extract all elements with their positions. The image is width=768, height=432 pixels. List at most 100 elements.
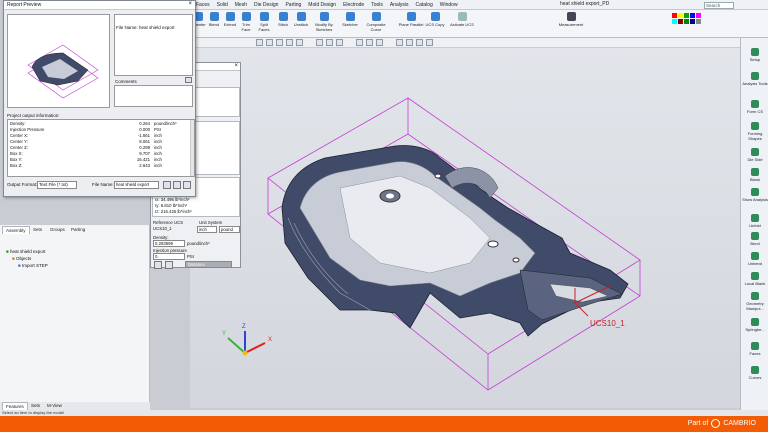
view-tool-icon[interactable] [256, 39, 263, 46]
project-info-box[interactable]: File Name: heat shield export [114, 14, 193, 76]
unbend-button[interactable]: Unbend [742, 252, 768, 266]
menu-electrode[interactable]: Electrode [343, 2, 364, 8]
die-side-button[interactable]: Die Side [742, 148, 768, 162]
save-icon[interactable] [173, 181, 181, 189]
ucs-value[interactable]: UCS10_1 [153, 226, 172, 231]
open-folder-icon[interactable] [163, 181, 171, 189]
view-tool-icon[interactable] [286, 39, 293, 46]
color-swatch[interactable] [690, 19, 695, 24]
density-input[interactable]: 0.283599 [153, 240, 185, 247]
tree-import-step[interactable]: ■ Import STEP [18, 263, 48, 268]
copy-icon[interactable] [154, 261, 162, 269]
analysis-tools-button[interactable]: Analysis Tools [742, 72, 768, 86]
menu-mold-design[interactable]: Mold Design [308, 2, 336, 8]
heat-shield-part[interactable] [281, 145, 629, 337]
view-tool-icon[interactable] [276, 39, 283, 46]
tab-groups[interactable]: Groups [47, 226, 68, 234]
output-format-select[interactable]: Text File (*.txt) [37, 181, 77, 189]
color-swatch[interactable] [696, 13, 701, 18]
tab-parting[interactable]: Parting [68, 226, 88, 234]
color-swatch[interactable] [678, 19, 683, 24]
color-swatch[interactable] [678, 13, 683, 18]
color-swatch[interactable] [684, 19, 689, 24]
brand-badge: Part of CAMBRIO [688, 419, 756, 428]
view-tool-icon[interactable] [406, 39, 413, 46]
unstitch-icon [296, 12, 306, 21]
unit-length-select[interactable]: inch [197, 226, 217, 233]
menu-mesh[interactable]: Mesh [235, 2, 247, 8]
tab-features[interactable]: Features [2, 402, 28, 410]
tab-sets-bottom[interactable]: Sets [28, 402, 43, 410]
local-blank-button[interactable]: Local Blank [742, 272, 768, 286]
unfold-button[interactable]: Unfold [742, 214, 768, 228]
faces-button[interactable]: Faces [742, 342, 768, 356]
menu-die-design[interactable]: Die Design [254, 2, 278, 8]
color-swatch[interactable] [672, 13, 677, 18]
extend-button[interactable]: Extend [222, 12, 238, 27]
menu-solid[interactable]: Solid [217, 2, 228, 8]
setup-button[interactable]: Setup [742, 48, 768, 62]
pressure-input[interactable]: 0. [153, 253, 185, 260]
tree-objects[interactable]: ■ Objects [12, 256, 31, 261]
menu-parting[interactable]: Parting [285, 2, 301, 8]
faces-icon [751, 342, 759, 350]
menu-tools[interactable]: Tools [371, 2, 383, 8]
unit-mass-select[interactable]: pound [219, 226, 240, 233]
view-tool-icon[interactable] [376, 39, 383, 46]
view-tool-icon[interactable] [426, 39, 433, 46]
color-swatch[interactable] [684, 13, 689, 18]
comments-icon[interactable] [185, 77, 192, 83]
measurement-button[interactable]: Measurement [555, 12, 587, 27]
view-tool-icon[interactable] [296, 39, 303, 46]
geometry-manipulation-button[interactable]: Geometry Manipul... [742, 292, 768, 311]
blend-button[interactable]: Blend [206, 12, 222, 27]
color-swatch[interactable] [690, 13, 695, 18]
menu-window[interactable]: Window [440, 2, 458, 8]
table-scrollbar[interactable] [190, 120, 194, 176]
ucs-copy-button[interactable]: UCS Copy [424, 12, 446, 27]
view-tool-icon[interactable] [316, 39, 323, 46]
comments-textarea[interactable] [114, 85, 193, 107]
modify-by-sketches-button[interactable]: Modify By Sketches [312, 12, 336, 32]
unstitch-button[interactable]: Unstitch [293, 12, 309, 27]
show-analysis-button[interactable]: Show Analysis [742, 188, 768, 202]
view-tool-icon[interactable] [266, 39, 273, 46]
view-tool-icon[interactable] [336, 39, 343, 46]
stitch-button[interactable]: Stitch [275, 12, 291, 27]
color-swatch[interactable] [696, 19, 701, 24]
view-tool-icon[interactable] [366, 39, 373, 46]
springback-button[interactable]: Springbe... [742, 318, 768, 332]
tab-m-view[interactable]: M-View [44, 402, 65, 410]
view-tool-icon[interactable] [356, 39, 363, 46]
view-tool-icon[interactable] [416, 39, 423, 46]
distance-button[interactable]: Distance [185, 261, 232, 268]
blank-button[interactable]: Blank [742, 168, 768, 182]
tab-assembly[interactable]: Assembly [2, 226, 30, 234]
tree-root[interactable]: ■ heat shield export [6, 249, 46, 254]
sketcher-button[interactable]: Sketcher [340, 12, 360, 27]
color-swatch[interactable] [672, 19, 677, 24]
close-icon[interactable]: × [188, 1, 192, 7]
split-faces-button[interactable]: Split Faces [256, 12, 272, 32]
report-icon[interactable] [165, 261, 173, 269]
menu-analysis[interactable]: Analysis [390, 2, 409, 8]
composite-curve-button[interactable]: Composite Curve [363, 12, 389, 32]
menu-catalog[interactable]: Catalog [416, 2, 433, 8]
3d-viewport[interactable]: UCS10_1 Z X Y [190, 48, 740, 408]
bend-button[interactable]: Bend [742, 232, 768, 246]
activate-ucs-button[interactable]: Activate UCS [448, 12, 476, 27]
view-tool-icon[interactable] [396, 39, 403, 46]
search-input[interactable]: Search [704, 2, 734, 9]
forming-shapes-button[interactable]: Forming Shapes [742, 122, 768, 141]
close-icon[interactable]: × [234, 63, 238, 69]
menu-faces[interactable]: Faces [196, 2, 210, 8]
tab-sets[interactable]: Sets [30, 226, 45, 234]
file-name-input[interactable]: heat shield export [114, 181, 159, 189]
plane-parallel-button[interactable]: Plane Parallel [398, 12, 424, 27]
iy-value: 8.810 lb*inch² [160, 203, 188, 208]
form-cs-button[interactable]: Form CS [742, 100, 768, 114]
curves-button[interactable]: Curves [742, 366, 768, 380]
trim-face-button[interactable]: Trim Face [238, 12, 254, 32]
export-icon[interactable] [183, 181, 191, 189]
view-tool-icon[interactable] [326, 39, 333, 46]
